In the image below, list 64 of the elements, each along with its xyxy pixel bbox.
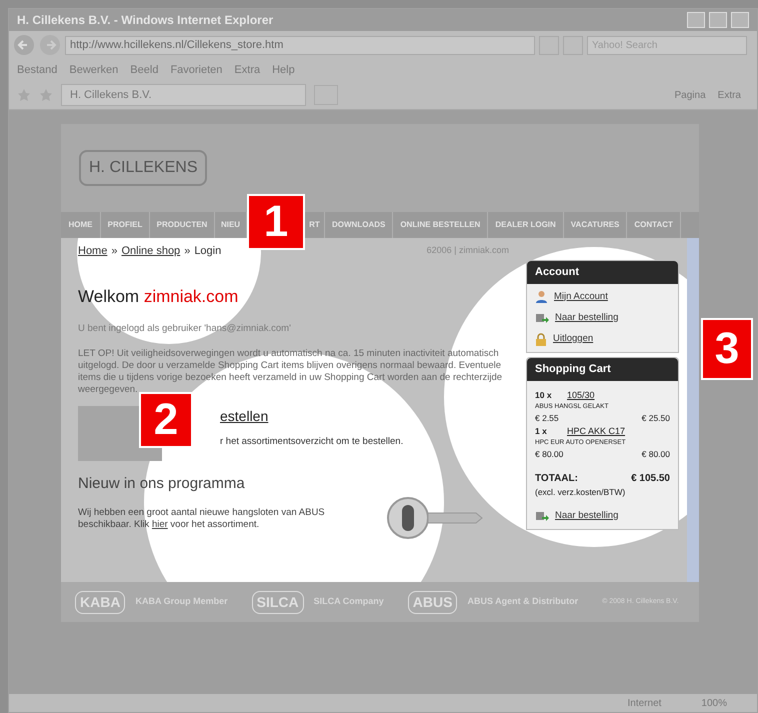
unit-price: € 2.55	[535, 412, 559, 425]
window-title: H. Cillekens B.V. - Windows Internet Explorer	[17, 12, 274, 29]
session-info: 62006 | zimniak.com	[426, 244, 509, 258]
forward-button[interactable]	[39, 34, 61, 56]
order-text: r het assortimentsoverzicht om te bestellen.	[220, 434, 404, 449]
nav-item[interactable]: HOME	[61, 212, 101, 238]
nav-item[interactable]: PROFIEL	[101, 212, 150, 238]
breadcrumb-separator: »	[183, 244, 192, 259]
link[interactable]: hier	[152, 519, 168, 530]
logo: H. CILLEKENS	[79, 150, 208, 186]
scrollbar[interactable]	[687, 238, 699, 582]
menu-item[interactable]: Extra	[234, 62, 260, 78]
nav-item[interactable]: DEALER LOGIN	[488, 212, 564, 238]
minimize-button[interactable]	[687, 12, 705, 28]
news-heading: Nieuw in ons programma	[78, 474, 246, 494]
welcome-heading: Welkom zimniak.com	[78, 286, 240, 308]
address-field[interactable]: http://www.hcillekens.nl/Cillekens_store.htm	[65, 36, 535, 54]
toolbar-button[interactable]: Pagina	[674, 88, 706, 102]
menu-item[interactable]: Help	[272, 62, 295, 78]
breadcrumb-link[interactable]: Home	[78, 242, 108, 260]
callout-number: 2	[139, 392, 193, 448]
breadcrumb-link[interactable]: Online shop	[121, 242, 180, 260]
box-arrow-icon	[535, 311, 549, 324]
total-amount: € 105.50	[631, 472, 670, 486]
zoom-level[interactable]: 100%	[701, 696, 727, 710]
account-link[interactable]: Naar bestelling	[555, 310, 618, 325]
menu-item[interactable]: Beeld	[130, 62, 158, 78]
line-total: € 80.00	[642, 448, 670, 461]
nav-item[interactable]: VACATURES	[564, 212, 628, 238]
callout-number: 3	[701, 318, 753, 380]
security-zone: Internet	[628, 696, 662, 710]
breadcrumb-separator: »	[110, 244, 118, 259]
total-label: TOTAAL:	[535, 472, 578, 486]
unit-price: € 80.00	[535, 448, 564, 461]
back-button[interactable]	[13, 34, 35, 56]
nav-item[interactable]: CONTACT	[627, 212, 681, 238]
menu-item[interactable]: Favorieten	[170, 62, 222, 78]
panel-title: Shopping Cart	[527, 358, 678, 381]
order-link[interactable]: Naar bestelling	[555, 508, 618, 523]
close-button[interactable]	[731, 12, 749, 28]
user-icon	[535, 290, 548, 304]
order-heading[interactable]: estellen	[220, 406, 404, 427]
nav-item[interactable]: DOWNLOADS	[325, 212, 394, 238]
nav-item[interactable]: PRODUCTEN	[150, 212, 215, 238]
callout-number: 1	[247, 194, 305, 250]
toolbar-button[interactable]: Extra	[718, 88, 741, 102]
account-link[interactable]: Uitloggen	[553, 332, 594, 346]
item-link[interactable]: 105/30	[567, 388, 595, 402]
line-total: € 25.50	[642, 412, 670, 425]
breadcrumb-current: Login	[194, 244, 222, 259]
total-note: (excl. verz.kosten/BTW)	[535, 486, 626, 498]
item-link[interactable]: HPC AKK C17	[567, 424, 626, 438]
nav-item[interactable]: ONLINE BESTELLEN	[393, 212, 488, 238]
menu-item[interactable]: Bestand	[17, 62, 58, 78]
box-arrow-icon	[535, 509, 549, 522]
account-link[interactable]: Mijn Account	[554, 290, 608, 304]
browser-tab[interactable]: H. Cillekens B.V.	[61, 84, 306, 106]
news-text: Wij hebben een groot aantal nieuwe hangsloten van ABUS beschikbaar. Klik hier voor het assortiment.	[78, 507, 326, 532]
panel-title: Account	[527, 261, 678, 284]
maximize-button[interactable]	[709, 12, 727, 28]
menu-item[interactable]: Bewerken	[69, 62, 118, 78]
item-quantity: 1 x	[535, 424, 548, 438]
lock-icon	[535, 332, 547, 346]
item-quantity: 10 x	[535, 388, 553, 402]
